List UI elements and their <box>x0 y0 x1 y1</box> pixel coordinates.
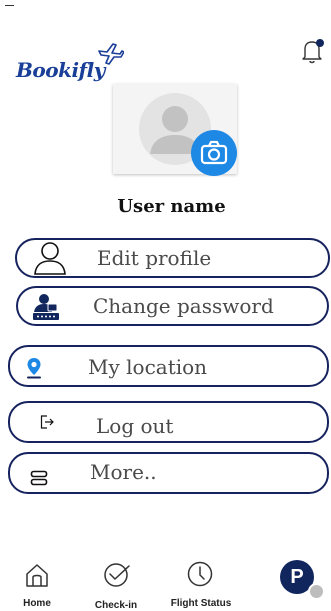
more-button[interactable]: More.. <box>8 452 329 494</box>
check-circle-icon <box>104 563 130 587</box>
plane-icon <box>98 43 124 65</box>
log-out-label: Log out <box>96 414 174 438</box>
bell-icon <box>302 39 324 64</box>
status-indicator <box>5 5 14 6</box>
edit-profile-label: Edit profile <box>97 246 212 270</box>
notification-button[interactable] <box>300 36 324 66</box>
nav-check-in-label: Check-in <box>94 600 138 611</box>
log-out-button[interactable]: Log out <box>8 401 329 443</box>
nav-check-in[interactable]: Check-in <box>88 555 144 611</box>
nav-flight-status-label: Flight Status <box>170 598 232 609</box>
camera-icon <box>200 140 228 165</box>
logout-icon <box>40 415 54 429</box>
menu-icon <box>30 470 48 486</box>
user-lock-icon <box>33 294 59 320</box>
home-icon <box>26 564 48 587</box>
change-password-label: Change password <box>93 294 274 318</box>
logo-text: Bookifly <box>16 58 105 82</box>
more-label: More.. <box>90 460 157 484</box>
user-outline-icon <box>34 242 66 275</box>
app-logo: Bookifly <box>16 38 124 96</box>
my-location-button[interactable]: My location <box>8 345 329 387</box>
change-password-button[interactable]: Change password <box>16 286 329 326</box>
change-photo-button[interactable] <box>191 130 237 176</box>
clock-icon <box>187 561 213 587</box>
username-label: User name <box>117 196 226 217</box>
edit-profile-button[interactable]: Edit profile <box>15 238 330 278</box>
location-pin-icon <box>27 358 41 379</box>
my-location-label: My location <box>88 355 208 379</box>
status-dot <box>308 583 325 600</box>
nav-flight-status[interactable]: Flight Status <box>164 555 238 610</box>
nav-home[interactable]: Home <box>15 555 59 610</box>
nav-home-label: Home <box>23 598 51 609</box>
